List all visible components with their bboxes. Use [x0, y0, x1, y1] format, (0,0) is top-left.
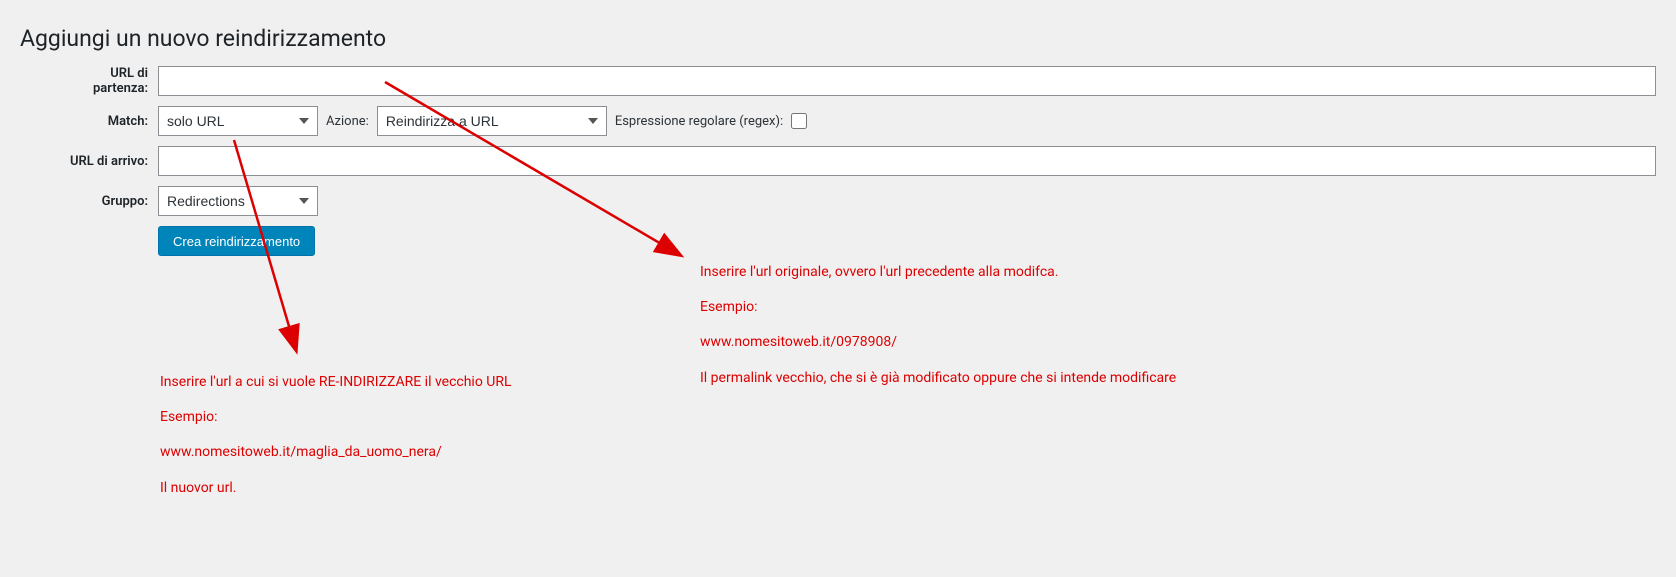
regex-checkbox[interactable]: [791, 113, 807, 129]
redirect-form: URL di partenza: Match: solo URL Azione:…: [20, 66, 1656, 256]
gruppo-label: Gruppo:: [20, 194, 158, 209]
url-partenza-label: URL di partenza:: [20, 66, 158, 96]
page-title: Aggiungi un nuovo reindirizzamento: [20, 10, 1656, 56]
annotation-url-partenza: Inserire l'url originale, ovvero l'url p…: [700, 260, 1300, 401]
azione-label: Azione:: [326, 114, 369, 129]
annotation-url-arrivo: Inserire l'url a cui si vuole RE-INDIRIZ…: [160, 370, 620, 511]
regex-label: Espressione regolare (regex):: [615, 114, 783, 129]
url-arrivo-label: URL di arrivo:: [20, 154, 158, 169]
match-select[interactable]: solo URL: [158, 106, 318, 136]
url-arrivo-input[interactable]: [158, 146, 1656, 176]
match-label: Match:: [20, 114, 158, 129]
azione-select[interactable]: Reindirizza a URL: [377, 106, 607, 136]
url-partenza-input[interactable]: [158, 66, 1656, 96]
gruppo-select[interactable]: Redirections: [158, 186, 318, 216]
create-redirect-button[interactable]: Crea reindirizzamento: [158, 226, 315, 256]
